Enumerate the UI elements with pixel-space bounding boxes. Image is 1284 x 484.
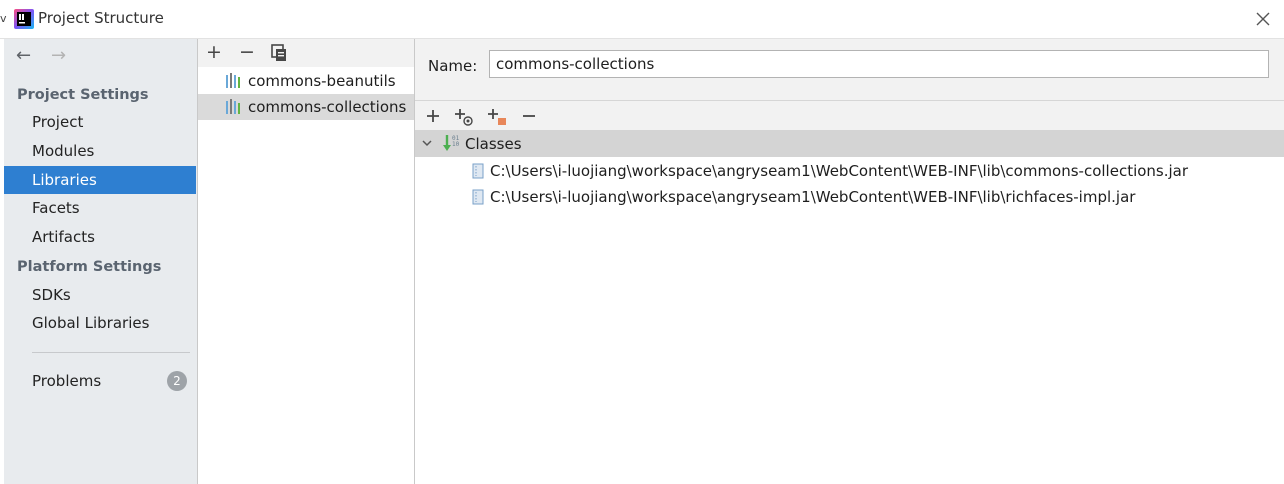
copy-icon[interactable] — [268, 42, 290, 64]
sidebar-divider — [32, 352, 190, 353]
add-icon[interactable] — [421, 104, 445, 128]
chevron-down-icon[interactable] — [420, 136, 434, 150]
sidebar-item-libraries[interactable]: Libraries — [4, 166, 196, 194]
back-arrow-icon[interactable]: ← — [16, 45, 31, 66]
classes-path-text: C:\Users\i-luojiang\workspace\angryseam1… — [490, 162, 1189, 180]
classes-root-icon: 01 10 — [443, 135, 460, 151]
classes-toolbar — [415, 101, 1284, 130]
name-row: Name: — [415, 39, 1284, 101]
sidebar-item-problems[interactable]: Problems 2 — [4, 367, 196, 395]
sidebar-item-sdks[interactable]: SDKs — [4, 281, 196, 309]
library-detail-panel: Name: 01 10 Classes — [415, 39, 1284, 484]
sidebar-item-facets[interactable]: Facets — [4, 194, 196, 222]
sidebar-item-artifacts[interactable]: Artifacts — [4, 223, 196, 251]
problems-label: Problems — [32, 372, 102, 390]
window-edge-glyph: v — [0, 12, 7, 25]
library-item-label: commons-collections — [248, 98, 407, 116]
library-toolbar: + − — [198, 39, 414, 67]
problems-count-badge: 2 — [167, 371, 187, 391]
jar-file-icon — [472, 189, 484, 205]
sidebar-item-global-libraries[interactable]: Global Libraries — [4, 309, 196, 337]
add-library-button[interactable]: + — [203, 41, 225, 63]
library-list-panel: + − commons-beanutils commons-collection… — [198, 39, 415, 484]
window-title: Project Structure — [38, 9, 164, 27]
remove-library-button[interactable]: − — [236, 41, 258, 63]
attach-classes-icon[interactable] — [452, 104, 476, 128]
sidebar-item-project[interactable]: Project — [4, 108, 196, 136]
library-item-label: commons-beanutils — [248, 72, 396, 90]
classes-path-item[interactable]: C:\Users\i-luojiang\workspace\angryseam1… — [415, 184, 1284, 210]
title-bar: v Project Structure — [0, 0, 1284, 39]
library-name-input[interactable] — [489, 50, 1269, 78]
classes-tree-node[interactable]: 01 10 Classes — [415, 130, 1284, 157]
library-item-commons-collections[interactable]: commons-collections — [198, 94, 414, 120]
jar-file-icon — [472, 163, 484, 179]
library-icon — [226, 73, 240, 88]
library-item-commons-beanutils[interactable]: commons-beanutils — [198, 68, 414, 94]
library-icon — [226, 99, 240, 114]
classes-path-item[interactable]: C:\Users\i-luojiang\workspace\angryseam1… — [415, 158, 1284, 184]
classes-path-text: C:\Users\i-luojiang\workspace\angryseam1… — [490, 188, 1136, 206]
attach-jar-directories-icon[interactable] — [485, 104, 509, 128]
sidebar-item-modules[interactable]: Modules — [4, 137, 196, 165]
settings-sidebar: ← → Project Settings Project Modules Lib… — [4, 39, 198, 484]
forward-arrow-icon[interactable]: → — [51, 45, 66, 66]
project-settings-heading: Project Settings — [17, 87, 149, 103]
intellij-app-icon — [14, 9, 34, 29]
classes-label: Classes — [465, 135, 522, 153]
platform-settings-heading: Platform Settings — [17, 259, 162, 275]
close-icon[interactable] — [1254, 10, 1272, 28]
svg-text:10: 10 — [452, 141, 460, 148]
remove-icon[interactable] — [517, 104, 541, 128]
name-label: Name: — [428, 57, 478, 75]
